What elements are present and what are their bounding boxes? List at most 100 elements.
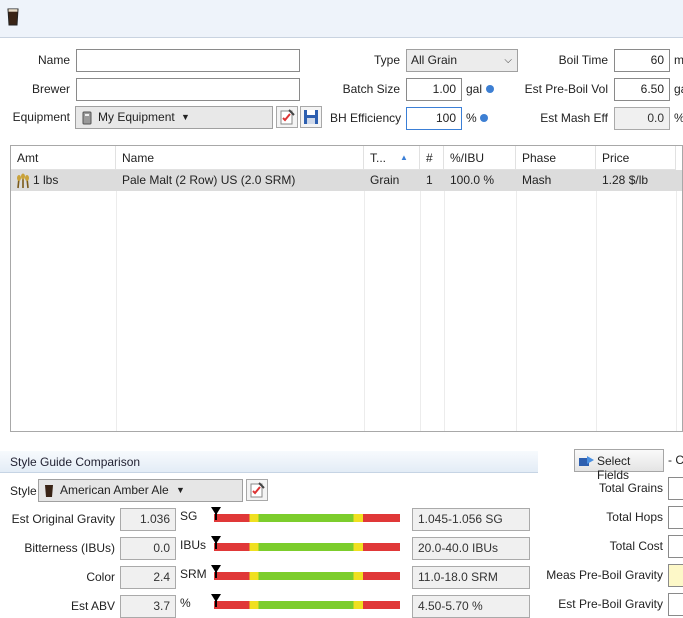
meas-pre-boil-gravity-label: Meas Pre-Boil Gravity [546, 568, 663, 582]
boil-time-unit: m [674, 53, 683, 67]
total-grains-value [668, 477, 683, 500]
style-row-unit: SG [180, 509, 198, 523]
mash-eff-value: 0.0 [614, 107, 670, 130]
mash-eff-unit: % [674, 111, 683, 125]
column-divider [364, 170, 365, 431]
style-range-bar [214, 601, 400, 609]
column-header-amt[interactable]: Amt [11, 146, 116, 170]
equipment-icon [82, 111, 92, 125]
batch-size-label: Batch Size [342, 82, 400, 96]
batch-size-input[interactable]: 1.00 [406, 78, 462, 101]
cell-price: 1.28 $/lb [602, 173, 649, 187]
style-row-label: Bitterness (IBUs) [24, 541, 115, 555]
beer-glass-icon [45, 485, 53, 497]
info-dot-icon[interactable] [480, 114, 488, 122]
checklist-edit-icon [280, 109, 295, 125]
column-divider [116, 170, 117, 431]
total-cost-label: Total Cost [609, 539, 663, 553]
column-header-pct-ibu[interactable]: %/IBU [444, 146, 516, 170]
style-row-value: 0.0 [120, 537, 176, 560]
style-range-value: 1.045-1.056 SG [412, 508, 530, 531]
style-value-marker-stem [215, 599, 217, 607]
style-value-marker-stem [215, 512, 217, 520]
column-header-number[interactable]: # [420, 146, 444, 170]
select-fields-label: Select Fields [597, 454, 631, 482]
style-range-bar [214, 572, 400, 580]
type-label: Type [373, 53, 400, 67]
save-equipment-button[interactable] [300, 106, 322, 128]
style-range-value: 11.0-18.0 SRM [412, 566, 530, 589]
boil-time-input[interactable]: 60 [614, 49, 670, 72]
equipment-label: Equipment [12, 110, 70, 124]
table-row[interactable] [11, 170, 682, 191]
column-divider [516, 170, 517, 431]
column-header-price[interactable]: Price [596, 146, 676, 170]
title-bar [0, 0, 683, 38]
beer-glass-icon [7, 8, 19, 26]
edit-equipment-button[interactable] [276, 106, 298, 128]
pre-boil-vol-label: Est Pre-Boil Vol [524, 82, 608, 96]
mash-eff-label: Est Mash Eff [540, 111, 608, 125]
column-header-type[interactable]: T... ▲ [364, 146, 420, 170]
chevron-down-icon: ▼ [176, 485, 185, 495]
chevron-down-icon: ▼ [181, 112, 190, 122]
brewer-input[interactable] [76, 78, 300, 101]
style-row-value: 3.7 [120, 595, 176, 618]
cell-phase: Mash [522, 173, 552, 187]
est-pre-boil-gravity-label: Est Pre-Boil Gravity [558, 597, 663, 611]
style-guide-title: Style Guide Comparison [10, 455, 141, 469]
info-dot-icon[interactable] [486, 85, 494, 93]
style-row-label: Est ABV [70, 599, 115, 613]
style-row-unit: IBUs [180, 538, 207, 552]
style-range-value: 4.50-5.70 % [412, 595, 530, 618]
style-row-label: Est Original Gravity [11, 512, 115, 526]
total-grains-label: Total Grains [598, 481, 663, 495]
style-dropdown[interactable]: American Amber Ale ▼ [38, 479, 243, 502]
type-select[interactable]: All Grain ⌵ [406, 49, 518, 72]
column-header-name[interactable]: Name [116, 146, 364, 170]
select-fields-icon [579, 456, 594, 466]
edit-style-button[interactable] [246, 479, 268, 501]
style-row-value: 1.036 [120, 508, 176, 531]
checklist-edit-icon [250, 482, 265, 498]
brewer-label: Brewer [31, 82, 70, 96]
cell-name: Pale Malt (2 Row) US (2.0 SRM) [122, 173, 296, 187]
total-cost-value [668, 535, 683, 558]
equipment-value: My Equipment [98, 110, 175, 124]
style-row-label: Color [86, 570, 115, 584]
column-divider [676, 170, 677, 431]
est-pre-boil-gravity-value [668, 593, 683, 616]
equipment-dropdown[interactable]: My Equipment ▼ [75, 106, 273, 129]
column-header-type-label: T... [370, 151, 387, 165]
chevron-down-icon: ⌵ [504, 55, 512, 66]
bh-efficiency-input[interactable]: 100 [406, 107, 462, 130]
pre-boil-vol-input[interactable]: 6.50 [614, 78, 670, 101]
boil-time-label: Boil Time [558, 53, 608, 67]
ingredients-table[interactable]: Amt Name T... ▲ # %/IBU Phase Price 1 lb… [10, 145, 683, 432]
cell-number: 1 [426, 173, 433, 187]
total-hops-value [668, 506, 683, 529]
style-range-bar [214, 543, 400, 551]
floppy-save-icon [304, 110, 318, 124]
column-divider [420, 170, 421, 431]
style-row-unit: % [180, 596, 191, 610]
name-label: Name [37, 53, 70, 67]
select-fields-extra: - C [668, 453, 683, 467]
cell-amt: 1 lbs [33, 173, 59, 187]
type-value: All Grain [411, 53, 458, 67]
column-header-phase[interactable]: Phase [516, 146, 596, 170]
name-input[interactable] [76, 49, 300, 72]
cell-type: Grain [370, 173, 400, 187]
column-divider [444, 170, 445, 431]
pre-boil-vol-unit: ga [674, 82, 683, 96]
style-row-unit: SRM [180, 567, 207, 581]
bh-efficiency-unit: % [466, 111, 477, 125]
meas-pre-boil-gravity-input[interactable] [668, 564, 683, 587]
select-fields-button[interactable]: Select Fields [574, 449, 664, 482]
bh-efficiency-label: BH Efficiency [330, 111, 402, 125]
column-divider [596, 170, 597, 431]
style-range-bar [214, 514, 400, 522]
batch-size-unit: gal [466, 82, 483, 96]
style-label: Style [10, 484, 37, 498]
style-value: American Amber Ale [60, 483, 169, 497]
